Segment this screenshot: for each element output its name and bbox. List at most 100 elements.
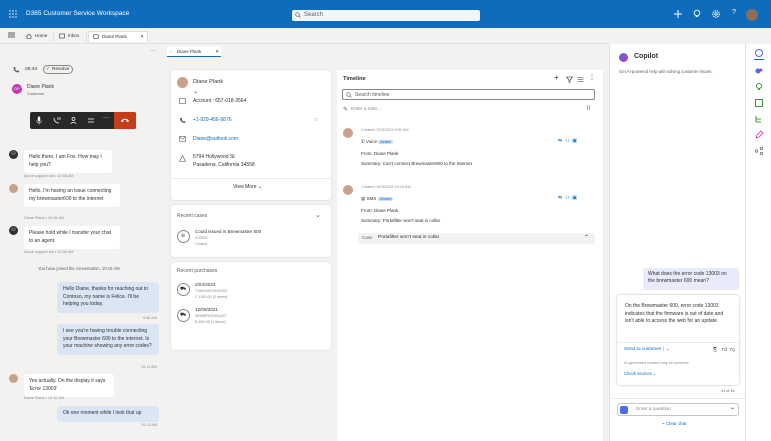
case-title[interactable]: Could issued in Brewmaster 600 <box>195 229 261 234</box>
item-from: From: Diane Plank <box>361 151 399 156</box>
clear-chat-button[interactable]: ⌁ Clear chat <box>662 421 687 427</box>
tab-label: Diane Plank <box>102 34 127 39</box>
case-status: Closed <box>195 242 207 246</box>
phone-icon: ✆ <box>361 139 365 144</box>
timeline-search[interactable]: Search timeline <box>342 89 595 100</box>
session-tab[interactable]: ◦ Diane Plank ✕ <box>167 46 221 57</box>
send-icon[interactable]: ➢ <box>730 406 735 412</box>
message-bubble: Yes actually. On the display it says 'Er… <box>24 374 114 397</box>
close-icon[interactable]: ✕ <box>215 49 219 55</box>
top-bar: D365 Customer Service Workspace Search ? <box>0 0 771 28</box>
message-bubble: Hello there, I am Fox. How may I help yo… <box>24 150 112 173</box>
address-line-2: Pasadena, California 34558 <box>193 162 255 168</box>
gear-icon[interactable] <box>711 9 721 19</box>
resolve-button[interactable]: ✓ Resolve <box>43 65 73 74</box>
tab-home[interactable]: Home <box>22 31 54 42</box>
copilot-title: Copilot <box>634 53 659 60</box>
check-icon: ✓ <box>46 67 51 72</box>
session-tabs-row: Home Inbox Diane Plank ✕ <box>0 28 609 44</box>
copilot-rail-icon[interactable] <box>754 48 764 60</box>
help-icon[interactable]: ? <box>729 9 739 19</box>
chat-icon <box>93 34 99 40</box>
tab-inbox[interactable]: Inbox <box>55 31 87 42</box>
thumbs-down-icon[interactable]: 👎︎ <box>730 347 735 353</box>
tab-label: Home <box>35 33 48 38</box>
purchase-date[interactable]: 2/04/2023 <box>195 282 215 287</box>
purchase-date[interactable]: 12/05/2021 <box>195 307 218 312</box>
view-more-link[interactable]: View More ⌄ <box>233 184 262 190</box>
app-side-rail <box>745 44 771 441</box>
item-actions[interactable]: ⇆ ⚇ ▣ <box>558 195 577 201</box>
waffle-icon[interactable] <box>9 10 17 18</box>
lightbulb-icon[interactable] <box>692 9 702 19</box>
hold-icon[interactable] <box>53 116 61 125</box>
cart-icon: ⛟ <box>177 283 190 296</box>
customer-email[interactable]: Diane@outlook.com <box>193 136 238 142</box>
chevron-down-icon[interactable]: ⌄ <box>193 88 198 95</box>
attach-icon[interactable]: ⌷ <box>587 106 591 113</box>
plus-icon[interactable] <box>673 9 683 19</box>
customer-phone[interactable]: +1-929-456-9876 <box>193 117 232 123</box>
hierarchy-icon[interactable] <box>754 114 764 124</box>
knowledge-icon[interactable] <box>754 66 764 76</box>
phone-icon <box>179 117 186 124</box>
customer-message-avatar <box>9 374 18 383</box>
lightbulb-icon[interactable] <box>754 82 764 92</box>
panel-icon[interactable] <box>754 98 764 108</box>
chevron-up-icon[interactable]: ⌃ <box>584 234 589 241</box>
star-icon[interactable]: ☆ <box>314 117 318 123</box>
filter-icon[interactable] <box>566 76 573 83</box>
item-summary: Summary: Portafilter won't seat in colla… <box>361 218 441 223</box>
edit-icon: ✎ <box>343 107 349 113</box>
prompt-guide-icon[interactable] <box>620 406 628 414</box>
message-meta: Azure support bot • 10:09 AM <box>24 250 74 254</box>
thumbs-up-icon[interactable]: 👍︎ <box>722 347 727 353</box>
mic-icon[interactable] <box>36 116 42 125</box>
bot-avatar: ⚇ <box>9 150 18 159</box>
add-participant-icon[interactable] <box>70 116 78 125</box>
tab-diane-plank[interactable]: Diane Plank ✕ <box>88 31 148 42</box>
more-icon[interactable]: ⋮ <box>589 74 595 81</box>
purchase-id: 7180LMFXG9OGS <box>195 289 228 293</box>
search-placeholder: Search <box>304 12 324 18</box>
copilot-answer: On the Brewmaster 600, error code 13003 … <box>625 303 724 324</box>
agent-message-bubble: I see you're having trouble connecting y… <box>57 324 159 355</box>
phone-icon <box>12 66 20 74</box>
hang-up-icon <box>120 117 130 123</box>
divider <box>171 178 331 179</box>
more-options-icon[interactable]: ··· <box>150 48 156 54</box>
chevron-down-icon: ⌄ <box>652 371 657 376</box>
message-meta: Diane Plank • 10:12 AM <box>24 396 64 400</box>
check-sources-label: Check sources <box>624 371 652 376</box>
note-input[interactable]: Enter a note... <box>351 107 381 112</box>
add-icon[interactable]: + <box>554 73 559 82</box>
pen-icon[interactable] <box>754 130 764 140</box>
transfer-icon[interactable] <box>87 116 95 125</box>
purchase-id: 4RN8P9G0WQ4O <box>195 314 227 318</box>
message-bubble: Please hold while I transfer your chat t… <box>24 226 120 249</box>
send-to-customer-button[interactable]: Send to customer | ⌄ <box>624 347 670 352</box>
case-row[interactable]: Case Portafilter won't seat in collar ⌃ <box>358 233 595 244</box>
item-actions[interactable]: ⇆ ⚇ ▣ <box>558 138 577 144</box>
timeline-panel: Timeline + ⋮ Search timeline ✎ Enter a n… <box>337 70 603 441</box>
hamburger-icon[interactable] <box>8 32 15 38</box>
search-icon <box>295 12 301 18</box>
global-search[interactable]: Search <box>292 10 480 21</box>
recent-purchases-card: Recent purchases ⛟ 2/04/2023 7180LMFXG9O… <box>171 262 331 350</box>
end-call-button[interactable] <box>114 112 136 129</box>
copy-icon[interactable]: ⎘ <box>713 347 717 353</box>
close-icon[interactable]: ✕ <box>140 34 144 40</box>
list-icon[interactable] <box>577 76 584 83</box>
more-call-options-icon[interactable]: ··· <box>103 115 109 121</box>
account-icon <box>179 98 186 104</box>
account-number: Account : 657-018-3564 <box>193 98 247 104</box>
user-avatar[interactable] <box>746 9 758 21</box>
check-sources-link[interactable]: Check sources ⌄ <box>624 371 656 376</box>
chevron-down-icon[interactable]: ⌄ <box>315 211 321 219</box>
search-icon <box>346 92 352 98</box>
copilot-question-input[interactable]: Enter a question ➢ <box>617 403 739 416</box>
flow-icon[interactable] <box>754 146 764 156</box>
response-count: 41 of 1k <box>721 389 735 393</box>
divider <box>617 342 739 343</box>
chevron-down-icon: ⌄ <box>257 184 263 190</box>
